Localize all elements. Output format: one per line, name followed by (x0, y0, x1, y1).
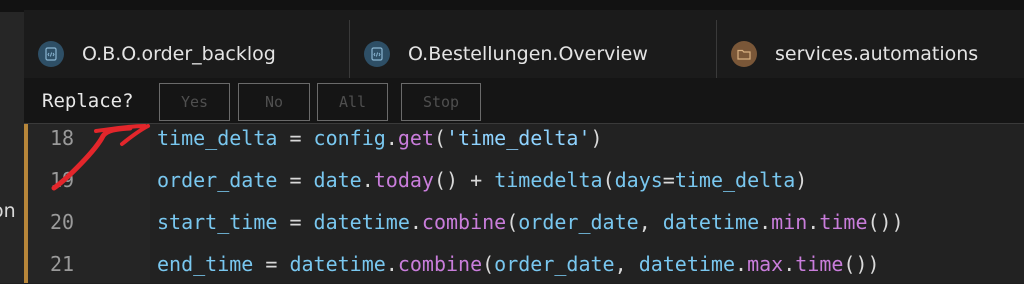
replace-all-button[interactable]: All (317, 83, 388, 121)
code-file-icon (364, 41, 390, 67)
replace-label: Replace? (42, 90, 134, 112)
left-panel-partial-text: on (0, 200, 16, 222)
left-panel-edge: on (0, 0, 24, 283)
line-number: 20 (50, 210, 75, 234)
line-number: 19 (50, 168, 75, 192)
code-text: time_delta = config.get('time_delta') (157, 126, 603, 150)
code-line[interactable]: 18 time_delta = config.get('time_delta') (24, 118, 1024, 158)
line-number: 21 (50, 252, 75, 276)
code-line[interactable]: 20 start_time = datetime.combine(order_d… (24, 202, 1024, 242)
tab-label: O.B.O.order_backlog (82, 43, 276, 65)
code-text: start_time = datetime.combine(order_date… (157, 210, 904, 234)
code-editor[interactable]: 18 time_delta = config.get('time_delta')… (24, 124, 1024, 283)
line-number: 18 (50, 126, 75, 150)
code-text: order_date = date.today() + timedelta(da… (157, 168, 808, 192)
left-panel-top (0, 0, 24, 12)
code-line[interactable]: 19 order_date = date.today() + timedelta… (24, 160, 1024, 200)
tab-bar: O.B.O.order_backlog O.Bestellungen.Overv… (24, 0, 1024, 88)
replace-yes-button[interactable]: Yes (159, 83, 230, 121)
replace-stop-button[interactable]: Stop (401, 83, 481, 121)
tab-label: O.Bestellungen.Overview (408, 43, 648, 65)
code-file-icon (38, 41, 64, 67)
folder-icon (731, 41, 757, 67)
replace-no-button[interactable]: No (238, 83, 310, 121)
code-line[interactable]: 21 end_time = datetime.combine(order_dat… (24, 244, 1024, 284)
code-text: end_time = datetime.combine(order_date, … (157, 252, 880, 276)
tab-label: services.automations (775, 43, 979, 65)
